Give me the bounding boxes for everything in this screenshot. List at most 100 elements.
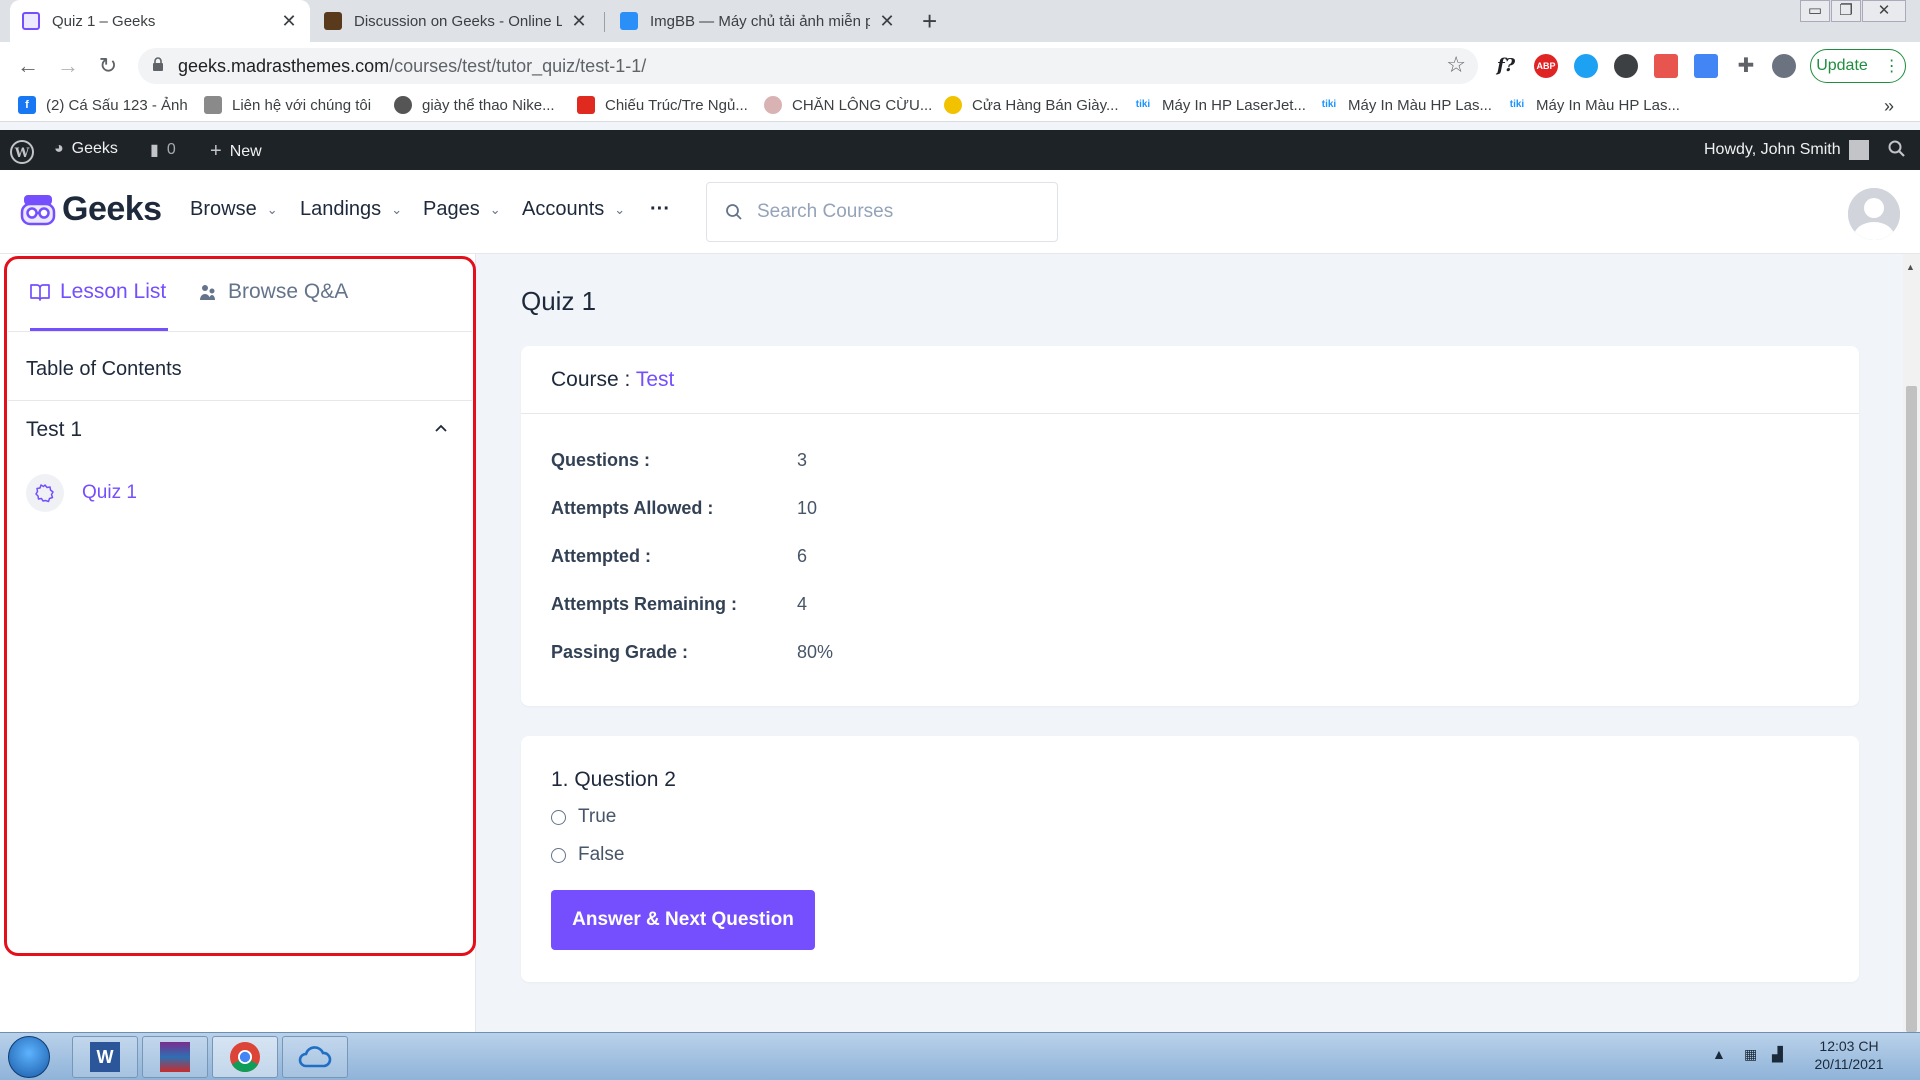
close-tab-icon[interactable]: ✕ [570,11,588,32]
wp-new-label: New [229,142,262,160]
minimize-icon[interactable]: ▭ [1800,0,1830,22]
clock-date: 20/11/2021 [1814,1056,1884,1072]
cloud-app-icon [298,1046,332,1068]
section-toggle[interactable]: Test 1 [26,418,82,442]
dashboard-icon: ◕ [54,140,64,157]
windows-start-icon[interactable] [8,1036,50,1078]
info-row-questions: Questions : 3 [551,450,807,471]
taskbar-chrome[interactable] [212,1036,278,1078]
logo-text: Geeks [62,190,162,228]
search-input[interactable] [757,197,1037,227]
radio-button[interactable] [551,847,566,863]
info-label: Attempted : [551,546,651,566]
course-link[interactable]: Test [636,368,675,391]
tab-separator [604,12,605,32]
bookmark-item[interactable]: Chiếu Trúc/Tre Ngủ... [577,96,748,114]
adblock-icon[interactable]: ABP [1534,54,1558,78]
back-icon[interactable]: ← [14,52,42,80]
lesson-item-quiz-1[interactable]: Quiz 1 [26,474,137,512]
quiz-info-header: Course : Test [521,346,1859,414]
wp-comments-link[interactable]: ▮ 0 [150,140,176,160]
bookmark-item[interactable]: CHĂN LÔNG CỪU... [764,96,932,114]
discussion-favicon-icon [324,12,342,30]
tiki-icon: tiki [1135,99,1151,110]
book-open-icon [30,284,50,301]
reload-icon[interactable]: ↻ [94,52,122,80]
browser-tab-title: Discussion on Geeks - Online Lea [354,12,562,30]
more-menu-icon[interactable]: ··· [650,198,670,221]
avatar[interactable] [1848,188,1900,240]
wp-account-link[interactable]: Howdy, John Smith [1704,140,1869,160]
browser-tab-discussion[interactable]: Discussion on Geeks - Online Lea ✕ [312,0,600,42]
shop-icon [577,96,595,114]
font-extension-icon[interactable]: f? [1494,54,1518,78]
taskbar-winrar[interactable] [142,1036,208,1078]
restore-icon[interactable]: ❐ [1831,0,1861,22]
close-tab-icon[interactable]: ✕ [878,11,896,32]
bookmark-item[interactable]: tiki Máy In Màu HP Las... [1320,96,1492,114]
wp-site-link[interactable]: ◕ Geeks [54,140,118,158]
info-label: Questions : [551,450,651,470]
wp-search-icon[interactable] [1888,140,1906,158]
radio-button[interactable] [551,809,566,825]
puzzle-extensions-icon[interactable]: ✚ [1734,54,1758,78]
close-window-icon[interactable]: ✕ [1862,0,1906,22]
profile-avatar[interactable] [1772,54,1796,78]
tab-lesson-list[interactable]: Lesson List [30,280,166,304]
address-bar[interactable]: geeks.madrasthemes.com/courses/test/tuto… [138,48,1478,84]
search-icon [726,204,742,220]
menu-accounts[interactable]: Accounts ⌄ [522,198,625,221]
comment-icon: ▮ [150,142,159,159]
tray-expand-icon[interactable]: ▲ [1712,1045,1726,1063]
grammar-extension-icon[interactable] [1614,54,1638,78]
bookmark-item[interactable]: tiki Máy In HP LaserJet... [1134,96,1306,114]
bookmark-item[interactable]: tiki Máy In Màu HP Las... [1508,96,1680,114]
translate-extension-icon[interactable] [1694,54,1718,78]
browser-tab-title: Quiz 1 – Geeks [52,12,156,30]
wordpress-logo-icon[interactable]: W [10,140,34,164]
chevron-up-icon[interactable] [432,420,450,438]
extension-icon[interactable] [1574,54,1598,78]
answer-option-false[interactable]: False [551,844,624,866]
browser-tab-quiz[interactable]: Quiz 1 – Geeks ✕ [10,0,310,42]
chevron-down-icon: ⌄ [614,201,626,217]
bookmark-label: Máy In Màu HP Las... [1536,96,1680,114]
wp-site-name: Geeks [71,140,118,157]
bookmark-item[interactable]: Liên hệ với chúng tôi [204,96,371,114]
bookmark-label: Máy In Màu HP Las... [1348,96,1492,114]
bookmarks-overflow-icon[interactable]: » [1884,96,1894,117]
bookmark-item[interactable]: giày thể thao Nike... [394,96,555,114]
answer-option-true[interactable]: True [551,806,616,828]
tab-label: Browse Q&A [228,280,349,303]
new-tab-icon[interactable]: + [922,6,937,37]
taskbar-cloud-app[interactable] [282,1036,348,1078]
system-clock[interactable]: 12:03 CH 20/11/2021 [1804,1037,1894,1073]
update-button[interactable]: Update ⋮ [1810,49,1906,83]
info-value: 4 [797,594,808,614]
menu-browse[interactable]: Browse ⌄ [190,198,278,221]
bookmark-star-icon[interactable]: ☆ [1446,52,1466,78]
comment-count: 0 [166,141,176,158]
menu-label: Landings [300,198,382,220]
active-tab-indicator [30,328,168,331]
bookmark-label: (2) Cá Sấu 123 - Ảnh [46,96,188,114]
wp-new-link[interactable]: + New [210,140,262,163]
scroll-up-arrow-icon[interactable]: ▲ [1906,262,1915,272]
close-tab-icon[interactable]: ✕ [280,11,298,32]
bookmark-item[interactable]: f (2) Cá Sấu 123 - Ảnh [18,96,188,114]
lesson-label: Quiz 1 [82,482,137,503]
tab-browse-qa[interactable]: Browse Q&A [198,280,348,304]
bookmark-item[interactable]: Cửa Hàng Bán Giày... [944,96,1119,114]
network-icon[interactable]: ▦ [1744,1045,1757,1063]
taskbar-word[interactable]: W [72,1036,138,1078]
scrollbar-thumb[interactable] [1906,386,1917,1032]
menu-pages[interactable]: Pages ⌄ [423,198,501,221]
browser-tab-imgbb[interactable]: ImgBB — Máy chủ tải ảnh miễn p ✕ [608,0,908,42]
signal-icon[interactable]: ▟ [1772,1045,1783,1063]
site-logo[interactable]: Geeks [20,190,162,229]
menu-landings[interactable]: Landings ⌄ [300,198,402,221]
megaphone-extension-icon[interactable] [1654,54,1678,78]
quiz-info-card: Course : Test Questions : 3 Attempts All… [521,346,1859,706]
answer-next-button[interactable]: Answer & Next Question [551,890,815,950]
forward-icon[interactable]: → [54,52,82,80]
